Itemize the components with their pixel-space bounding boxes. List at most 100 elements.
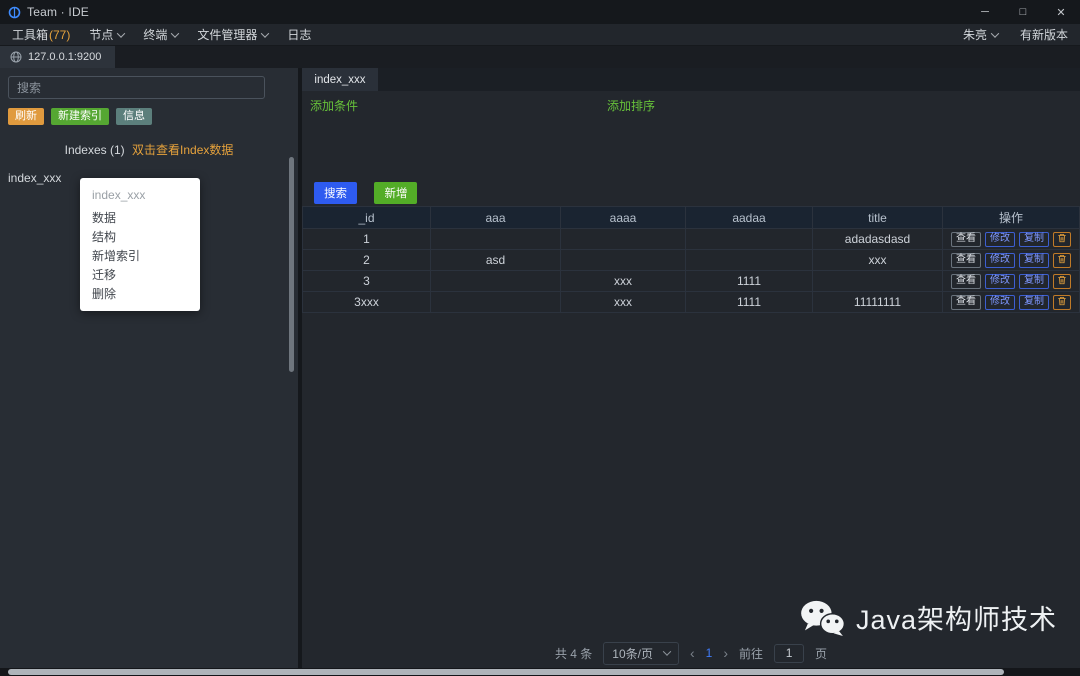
view-button[interactable]: 查看: [951, 232, 981, 247]
main-tabbar: index_xxx: [302, 68, 1080, 91]
page-size-value: 10条/页: [612, 645, 653, 662]
context-menu-item-migrate[interactable]: 迁移: [80, 265, 200, 284]
menu-terminal[interactable]: 终端: [143, 26, 178, 43]
edit-button[interactable]: 修改: [985, 295, 1015, 310]
chevron-down-icon: [261, 29, 269, 37]
context-menu-item-new-index[interactable]: 新增索引: [80, 246, 200, 265]
data-table: _id aaa aaaa aadaa title 操作 1 adadasd: [302, 206, 1080, 313]
trash-icon: [1057, 254, 1067, 264]
toolbar: 搜索 新增: [302, 176, 1080, 206]
horizontal-scrollbar[interactable]: [0, 668, 1080, 676]
globe-icon: [10, 51, 22, 63]
column-header-aaaa[interactable]: aaaa: [561, 207, 686, 229]
copy-button[interactable]: 复制: [1019, 253, 1049, 268]
trash-icon: [1057, 296, 1067, 306]
indexes-label: Indexes: [65, 143, 107, 157]
indexes-count: (1): [110, 143, 125, 157]
tab-index-xxx[interactable]: index_xxx: [302, 68, 378, 91]
app-window: Team · IDE ─ □ ✕ 工具箱(77) 节点 终端 文件管理器 日志 …: [0, 0, 1080, 676]
horizontal-scrollbar-thumb[interactable]: [8, 669, 1004, 675]
edit-button[interactable]: 修改: [985, 232, 1015, 247]
goto-page-input[interactable]: [774, 644, 804, 663]
menu-file-manager[interactable]: 文件管理器: [197, 26, 268, 43]
context-menu-item-structure[interactable]: 结构: [80, 227, 200, 246]
next-page-button[interactable]: ›: [723, 645, 728, 661]
copy-button[interactable]: 复制: [1019, 232, 1049, 247]
column-header-aadaa[interactable]: aadaa: [686, 207, 813, 229]
new-version-link[interactable]: 有新版本: [1020, 26, 1068, 43]
connection-tab-strip: 127.0.0.1:9200: [0, 46, 1080, 68]
refresh-button[interactable]: 刷新: [8, 108, 44, 125]
table-row: 3 xxx 1111 查看修改复制: [303, 271, 1080, 292]
main-empty-space: [302, 313, 1080, 640]
cell-aadaa: 1111: [686, 292, 813, 313]
cell-title: adadasdasd: [813, 229, 943, 250]
cell-actions: 查看修改复制: [943, 292, 1080, 313]
cell-actions: 查看修改复制: [943, 271, 1080, 292]
goto-label: 前往: [739, 645, 763, 662]
context-menu-item-data[interactable]: 数据: [80, 208, 200, 227]
column-header-id[interactable]: _id: [303, 207, 431, 229]
menu-toolbox-label: 工具箱: [12, 26, 48, 43]
maximize-button[interactable]: □: [1004, 0, 1042, 24]
view-button[interactable]: 查看: [951, 253, 981, 268]
column-header-title[interactable]: title: [813, 207, 943, 229]
copy-button[interactable]: 复制: [1019, 274, 1049, 289]
menu-node[interactable]: 节点: [89, 26, 124, 43]
context-menu-title: index_xxx: [80, 184, 200, 208]
chevron-down-icon: [663, 647, 671, 655]
cell-title: xxx: [813, 250, 943, 271]
delete-button[interactable]: [1053, 253, 1071, 268]
column-header-aaa[interactable]: aaa: [431, 207, 561, 229]
trash-icon: [1057, 275, 1067, 285]
page-number-1[interactable]: 1: [706, 646, 713, 660]
search-button[interactable]: 搜索: [314, 182, 357, 204]
cell-id: 3xxx: [303, 292, 431, 313]
page-size-select[interactable]: 10条/页: [603, 642, 679, 665]
cell-aadaa: [686, 250, 813, 271]
content: 刷新 新建索引 信息 Indexes (1) 双击查看Index数据 index…: [0, 68, 1080, 668]
sidebar-scrollbar[interactable]: [289, 157, 294, 372]
delete-button[interactable]: [1053, 232, 1071, 247]
sidebar: 刷新 新建索引 信息 Indexes (1) 双击查看Index数据 index…: [0, 68, 302, 668]
watermark-text: Java架构师技术: [856, 598, 1057, 637]
connection-tab[interactable]: 127.0.0.1:9200: [0, 46, 115, 68]
menu-log[interactable]: 日志: [287, 26, 311, 43]
close-button[interactable]: ✕: [1042, 0, 1080, 24]
cell-id: 2: [303, 250, 431, 271]
add-sort-link[interactable]: 添加排序: [607, 97, 655, 114]
copy-button[interactable]: 复制: [1019, 295, 1049, 310]
view-button[interactable]: 查看: [951, 274, 981, 289]
prev-page-button[interactable]: ‹: [690, 645, 695, 661]
info-button[interactable]: 信息: [116, 108, 152, 125]
search-input[interactable]: [8, 76, 265, 99]
chevron-down-icon: [117, 29, 125, 37]
delete-button[interactable]: [1053, 295, 1071, 310]
edit-button[interactable]: 修改: [985, 274, 1015, 289]
indexes-hint: 双击查看Index数据: [132, 143, 233, 157]
pagination: 共 4 条 10条/页 ‹ 1 › 前往 页: [302, 640, 1080, 666]
watermark: Java架构师技术: [800, 598, 1057, 637]
minimize-button[interactable]: ─: [966, 0, 1004, 24]
menu-terminal-label: 终端: [143, 26, 167, 43]
cell-id: 1: [303, 229, 431, 250]
cell-aaa: asd: [431, 250, 561, 271]
menu-node-label: 节点: [89, 26, 113, 43]
menu-toolbox[interactable]: 工具箱(77): [12, 26, 70, 43]
connection-tab-label: 127.0.0.1:9200: [28, 51, 101, 63]
context-menu-item-delete[interactable]: 删除: [80, 284, 200, 303]
cell-aaa: [431, 229, 561, 250]
view-button[interactable]: 查看: [951, 295, 981, 310]
menubar-right: 朱亮 有新版本: [963, 26, 1068, 43]
delete-button[interactable]: [1053, 274, 1071, 289]
add-condition-link[interactable]: 添加条件: [310, 97, 358, 114]
new-index-button[interactable]: 新建索引: [51, 108, 109, 125]
create-button[interactable]: 新增: [374, 182, 417, 204]
cell-actions: 查看修改复制: [943, 229, 1080, 250]
edit-button[interactable]: 修改: [985, 253, 1015, 268]
user-menu[interactable]: 朱亮: [963, 26, 998, 43]
menu-file-manager-label: 文件管理器: [197, 26, 257, 43]
table-row: 1 adadasdasd 查看修改复制: [303, 229, 1080, 250]
column-header-actions: 操作: [943, 207, 1080, 229]
trash-icon: [1057, 233, 1067, 243]
